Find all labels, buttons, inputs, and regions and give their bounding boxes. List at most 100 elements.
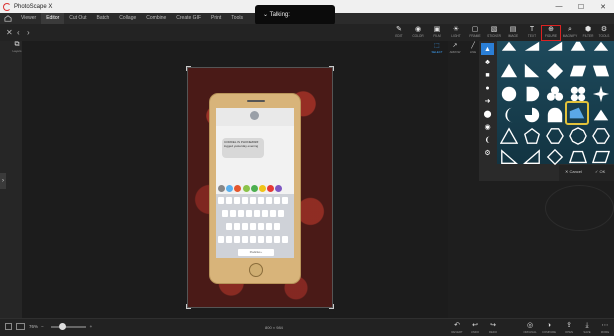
back-icon[interactable]: ‹ <box>17 28 20 37</box>
shape-item[interactable] <box>545 105 565 125</box>
shape-item[interactable] <box>499 84 519 104</box>
minimize-button[interactable]: — <box>548 0 570 13</box>
category-clubs-icon[interactable]: ♣ <box>481 56 494 68</box>
zoom-out-icon[interactable]: − <box>41 324 44 329</box>
more-icon: ⋯ <box>601 322 609 329</box>
cancel-button[interactable]: ✕ Cancel <box>565 169 582 174</box>
category-shapes-icon[interactable]: ▲ <box>481 43 494 55</box>
tool-edit[interactable]: ✎ EDIT <box>389 25 409 41</box>
menu-combine[interactable]: Combine <box>141 13 171 24</box>
maximize-button[interactable]: ☐ <box>570 0 592 13</box>
shape-category-column: ▲ ♣ ■ ● ➜ ⬤ ◉ ❨ ⚙ <box>481 43 494 163</box>
shape-item[interactable] <box>545 126 565 146</box>
undo-button[interactable]: ↩ UNDO <box>467 321 483 334</box>
shape-item[interactable] <box>591 84 611 104</box>
crop-handle[interactable] <box>329 304 334 309</box>
subtool-arrow[interactable]: ↗ ARROW <box>448 42 462 54</box>
phone-image: CORDEL IS PHONE#### logged yesterday eve… <box>209 93 301 284</box>
talking-popup: ⌄ Talking: <box>255 5 335 25</box>
shape-item[interactable] <box>568 61 588 81</box>
shape-item[interactable] <box>591 61 611 81</box>
category-badge-icon[interactable]: ⬤ <box>481 108 494 120</box>
menu-batch[interactable]: Batch <box>92 13 115 24</box>
shape-item[interactable] <box>545 147 565 167</box>
message-bubble: CORDEL IS PHONE#### logged yesterday eve… <box>222 138 264 158</box>
subtool-select[interactable]: ⬚ SELECT <box>430 42 444 54</box>
more-button[interactable]: ⋯ MORE <box>597 321 613 334</box>
crop-handle[interactable] <box>186 66 191 71</box>
shape-item[interactable] <box>545 61 565 81</box>
zoom-in-icon[interactable]: + <box>90 324 93 329</box>
shape-item[interactable] <box>522 105 542 125</box>
shape-item[interactable] <box>499 147 519 167</box>
category-circle-icon[interactable]: ● <box>481 82 494 94</box>
tool-film[interactable]: ▣ FILM <box>427 25 447 41</box>
zoom-slider[interactable] <box>50 322 86 330</box>
category-bubble-icon[interactable]: ◉ <box>481 121 494 133</box>
shape-item[interactable] <box>522 84 542 104</box>
category-bracket-icon[interactable]: ❨ <box>481 134 494 146</box>
close-window-button[interactable]: ✕ <box>592 0 614 13</box>
menu-cut-out[interactable]: Cut Out <box>64 13 91 24</box>
shape-item[interactable] <box>545 39 565 59</box>
select-icon: ⬚ <box>434 43 440 49</box>
shape-item[interactable] <box>591 126 611 146</box>
menu-tools[interactable]: Tools <box>226 13 248 24</box>
tool-light[interactable]: ☀ LIGHT <box>446 25 466 41</box>
shape-item[interactable] <box>522 61 542 81</box>
crop-handle[interactable] <box>329 66 334 71</box>
edit-icon: ✎ <box>396 26 402 33</box>
shape-item[interactable] <box>568 147 588 167</box>
crop-handle[interactable] <box>186 304 191 309</box>
popup-text: Talking: <box>269 12 290 18</box>
shape-item[interactable] <box>568 126 588 146</box>
tool-label: EDIT <box>395 34 403 38</box>
menu-create-gif[interactable]: Create GIF <box>171 13 206 24</box>
menu-print[interactable]: Print <box>206 13 226 24</box>
image-icon: ▤ <box>509 26 517 33</box>
shape-item[interactable] <box>522 39 542 59</box>
panel-footer: ✕ Cancel ✓ OK <box>559 165 614 181</box>
shape-item[interactable] <box>568 39 588 59</box>
shape-item[interactable] <box>591 147 611 167</box>
compare-button[interactable]: ◑ COMPARE <box>541 321 557 334</box>
frame-icon: ▢ <box>471 26 479 33</box>
category-arrow-icon[interactable]: ➜ <box>481 95 494 107</box>
shape-item[interactable] <box>522 147 542 167</box>
shape-item[interactable] <box>499 61 519 81</box>
shape-item[interactable] <box>499 105 519 125</box>
shape-item-selected[interactable] <box>565 101 589 125</box>
tool-frame[interactable]: ▢ FRAME <box>465 25 485 41</box>
shape-item[interactable] <box>522 126 542 146</box>
shape-item[interactable] <box>499 39 519 59</box>
menu-editor[interactable]: Editor <box>41 13 65 24</box>
shape-item[interactable] <box>499 126 519 146</box>
magnify-icon: ⌕ <box>568 26 572 33</box>
fit-view-icon[interactable] <box>5 323 12 330</box>
line-icon: ╱ <box>471 43 475 49</box>
tool-color[interactable]: ◉ COLOR <box>408 25 428 41</box>
shape-item[interactable] <box>591 39 611 59</box>
subtool-line[interactable]: ╱ LINE <box>466 42 480 54</box>
forward-icon[interactable]: › <box>27 28 30 37</box>
expand-panel-button[interactable]: › <box>0 173 6 189</box>
category-square-icon[interactable]: ■ <box>481 69 494 81</box>
ok-button[interactable]: ✓ OK <box>595 169 605 174</box>
category-gear-icon[interactable]: ⚙ <box>481 147 494 159</box>
home-icon[interactable] <box>4 15 12 22</box>
redo-button[interactable]: ↪ REDO <box>485 321 501 334</box>
shape-item[interactable] <box>545 84 565 104</box>
menu-viewer[interactable]: Viewer <box>16 13 41 24</box>
shape-item[interactable] <box>591 105 611 125</box>
open-button[interactable]: ⇪ OPEN <box>561 321 577 334</box>
revert-button[interactable]: ↶ REVERT <box>449 321 465 334</box>
tool-label: COLOR <box>412 34 424 38</box>
close-icon[interactable]: ✕ <box>6 28 13 37</box>
save-button[interactable]: ⤓ SAVE <box>579 321 595 334</box>
menu-collage[interactable]: Collage <box>114 13 141 24</box>
zoom-slider-knob[interactable] <box>58 322 66 330</box>
sticker-icon: ▧ <box>490 26 498 33</box>
original-button[interactable]: ◎ ORIGINAL <box>522 321 538 334</box>
actual-size-icon[interactable] <box>16 323 25 330</box>
zoom-level: 76% <box>29 324 39 329</box>
